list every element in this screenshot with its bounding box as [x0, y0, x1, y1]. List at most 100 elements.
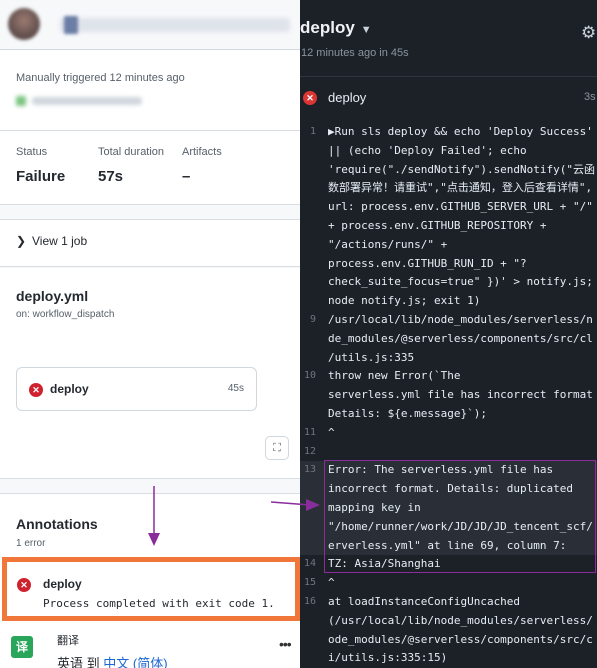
log-line: /utils.js:335	[300, 349, 597, 368]
log-line: 11 ^	[300, 424, 597, 443]
log-line-number[interactable]: 9	[300, 311, 316, 330]
log-line: url: process.env.GITHUB_SERVER_URL + "/"	[300, 198, 597, 217]
chevron-right-icon: ❯	[16, 234, 27, 248]
gear-icon[interactable]: ⚙	[581, 24, 597, 42]
log-line-text: serverless.yml file has incorrect format	[328, 388, 593, 402]
log-line-text: i/utils.js:335:15)	[328, 651, 448, 665]
annotation-job-name: deploy	[43, 577, 82, 591]
log-line-text: TZ: Asia/Shanghai	[328, 557, 441, 571]
annotation-item[interactable]: ✕ deploy Process completed with exit cod…	[2, 557, 300, 621]
log-line-number[interactable]: 12	[300, 443, 316, 462]
repo-icon	[64, 16, 78, 34]
log-line: incorrect format. Details: duplicated	[300, 480, 597, 499]
job-node-deploy[interactable]: ✕ deploy 45s	[16, 367, 257, 411]
log-line-text: /utils.js:335	[328, 350, 415, 364]
log-line: serverless.yml file has incorrect format	[300, 386, 597, 405]
log-line-text: url: process.env.GITHUB_SERVER_URL + "/"	[328, 200, 593, 214]
translate-languages[interactable]: 英语 到 中文 (简体)	[57, 653, 168, 668]
log-line: erverless.yml" at line 69, column 7:	[300, 536, 597, 556]
log-line: "/home/runner/work/JD/JD/JD_tencent_scf/	[300, 517, 597, 537]
workflow-file-title[interactable]: deploy.yml	[16, 288, 88, 304]
log-line-text: "/home/runner/work/JD/JD/JD_tencent_scf/	[328, 519, 593, 533]
log-line: 14 TZ: Asia/Shanghai	[300, 555, 597, 574]
log-line-number[interactable]: 14	[300, 555, 316, 574]
log-line-text: process.env.GITHUB_RUN_ID + "?	[328, 256, 527, 270]
log-line-text: /usr/local/lib/node_modules/serverless/n	[328, 312, 593, 326]
log-line: || (echo 'Deploy Failed'; echo	[300, 142, 597, 161]
log-line-number[interactable]: 11	[300, 424, 316, 443]
job-title[interactable]: deploy ▼	[300, 18, 372, 38]
log-line: de_modules/@serverless/components/src/cl	[300, 330, 597, 349]
trigger-text: Manually triggered 12 minutes ago	[16, 72, 185, 84]
more-options-icon[interactable]: •••	[279, 636, 292, 652]
artifacts-label: Artifacts	[182, 146, 222, 158]
log-line: 数部署异常！请重试","点击通知，登入后查看详情",	[300, 179, 597, 198]
log-line-text: at loadInstanceConfigUncached	[328, 594, 521, 608]
translate-title: 翻译	[57, 635, 79, 647]
divider	[300, 76, 597, 77]
source-language[interactable]: 英语	[57, 656, 83, 668]
log-line: 12	[300, 443, 597, 462]
log-line: i/utils.js:335:15)	[300, 649, 597, 668]
section-gap	[0, 266, 300, 268]
log-line-text: Details: ${e.message}`);	[328, 406, 487, 420]
log-line-text: ▶Run sls deploy && echo 'Deploy Success'	[328, 125, 593, 138]
view-jobs-label: View 1 job	[32, 234, 88, 248]
log-line: 9/usr/local/lib/node_modules/serverless/…	[300, 311, 597, 330]
duration-label: Total duration	[98, 146, 165, 158]
log-line-text: check_suite_focus=true" })' > notify.js;	[328, 275, 593, 289]
log-line-text: ode_modules/@serverless/components/src/c	[328, 632, 593, 646]
log-line-text: mapping key in	[328, 500, 421, 514]
section-gap	[0, 478, 300, 494]
log-line-text: 数部署异常！请重试","点击通知，登入后查看详情",	[328, 181, 593, 195]
log-line: 10 throw new Error(`The	[300, 367, 597, 386]
section-gap	[0, 204, 300, 220]
divider	[0, 130, 300, 131]
log-line-number[interactable]: 13	[300, 461, 316, 480]
log-line-text: Error: The serverless.yml file has	[328, 463, 554, 477]
status-value: Failure	[16, 168, 66, 185]
log-line-number[interactable]: 15	[300, 574, 316, 593]
fullscreen-icon[interactable]: ⛶	[265, 436, 289, 460]
log-line: 15 ^	[300, 574, 597, 593]
log-line: 13 Error: The serverless.yml file has	[300, 461, 597, 481]
avatar[interactable]	[8, 8, 40, 40]
log-line-number[interactable]: 16	[300, 593, 316, 612]
step-time: 3s	[584, 91, 596, 103]
repo-name-redacted	[60, 18, 290, 32]
log-line-text: 'require("./sendNotify").sendNotify("云函	[328, 162, 596, 176]
chevron-down-icon: ▼	[360, 24, 372, 36]
view-jobs-link[interactable]: ❯ View 1 job	[16, 234, 87, 248]
log-line: check_suite_focus=true" })' > notify.js;	[300, 273, 597, 292]
log-line-number[interactable]: 1	[300, 123, 316, 142]
failure-x-icon: ✕	[29, 383, 43, 397]
log-output: 1 ▶Run sls deploy && echo 'Deploy Success…	[300, 123, 597, 668]
status-label: Status	[16, 146, 48, 158]
log-line: ode_modules/@serverless/components/src/c	[300, 631, 597, 650]
step-name: deploy	[328, 90, 367, 105]
log-line: (/usr/local/lib/node_modules/serverless/	[300, 612, 597, 631]
log-line-text: + process.env.GITHUB_REPOSITORY +	[328, 218, 547, 232]
step-header-deploy[interactable]: ✕ deploy 3s	[300, 84, 597, 112]
log-line: "/actions/runs/" +	[300, 236, 597, 255]
log-line-text: throw new Error(`The	[328, 369, 461, 383]
log-line-text: incorrect format. Details: duplicated	[328, 482, 574, 496]
translate-bar: 译 翻译 英语 到 中文 (简体) •••	[0, 624, 300, 668]
failure-x-icon: ✕	[17, 578, 31, 592]
job-name: deploy	[50, 382, 89, 396]
workflow-trigger: on: workflow_dispatch	[16, 309, 115, 320]
log-line-text: de_modules/@serverless/components/src/cl	[328, 331, 593, 345]
job-subtitle: 12 minutes ago in 45s	[301, 47, 409, 59]
annotation-message: Process completed with exit code 1.	[43, 597, 275, 610]
annotations-title: Annotations	[16, 516, 98, 532]
log-line-text: "/actions/runs/" +	[328, 237, 448, 251]
run-summary-pane: Manually triggered 12 minutes ago Status…	[0, 0, 300, 668]
log-line-number[interactable]: 10	[300, 367, 316, 386]
artifacts-value: –	[182, 168, 191, 185]
repo-header	[0, 0, 300, 50]
log-line-text: erverless.yml" at line 69, column 7:	[328, 538, 567, 552]
log-line-text: || (echo 'Deploy Failed'; echo	[328, 143, 527, 157]
log-line: Details: ${e.message}`);	[300, 405, 597, 424]
target-language[interactable]: 中文 (简体)	[103, 656, 167, 668]
job-log-pane: deploy ▼ 12 minutes ago in 45s ⚙ ✕ deploy…	[300, 0, 597, 668]
